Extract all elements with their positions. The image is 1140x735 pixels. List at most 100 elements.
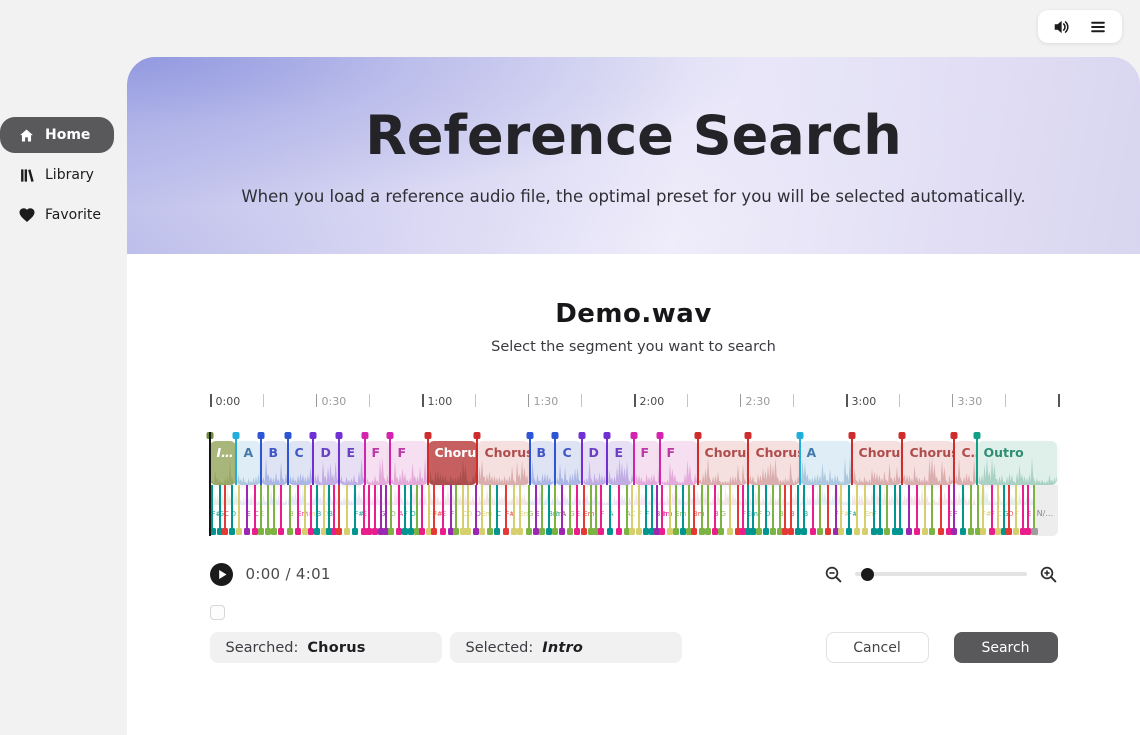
chord-label: F: [873, 510, 877, 518]
segment-pin[interactable]: [899, 432, 906, 439]
segment[interactable]: Chorus: [428, 441, 478, 485]
zoom-slider-thumb[interactable]: [861, 568, 874, 581]
chord-line: [1027, 485, 1029, 528]
chord-marker: [607, 528, 613, 535]
chord-marker: [431, 528, 437, 535]
chord-line: [924, 485, 926, 528]
chord-line: [231, 485, 233, 528]
segment-pin[interactable]: [526, 432, 533, 439]
segment-pin[interactable]: [474, 432, 481, 439]
sidebar-item-favorite[interactable]: Favorite: [0, 197, 127, 233]
segment-stem: [338, 435, 340, 485]
segment[interactable]: I…: [210, 441, 237, 485]
chord-label: C: [496, 510, 501, 518]
zoom-out-icon[interactable]: [824, 565, 843, 584]
segment[interactable]: Chorus: [748, 441, 799, 485]
sidebar: Home Library Favorite: [0, 0, 127, 735]
app-root: HomeLibraryFavorite Reference Search Whe…: [0, 0, 1140, 735]
segment-pin[interactable]: [656, 432, 663, 439]
segment[interactable]: A: [800, 441, 852, 485]
segment-pin[interactable]: [284, 432, 291, 439]
volume-icon[interactable]: [1052, 17, 1072, 37]
segment[interactable]: B: [530, 441, 556, 485]
zoom-slider[interactable]: [855, 572, 1027, 576]
segment-pin[interactable]: [694, 432, 701, 439]
segment[interactable]: D: [313, 441, 339, 485]
chord-line: [618, 485, 620, 528]
segment-pin[interactable]: [796, 432, 803, 439]
play-icon: [210, 563, 233, 586]
segment-pin[interactable]: [361, 432, 368, 439]
chord-line: [737, 485, 739, 528]
chord-marker: [1006, 528, 1012, 535]
chord-marker: [526, 528, 532, 535]
sidebar-item-home[interactable]: Home: [0, 117, 114, 153]
ruler-label: 3:00: [852, 395, 877, 408]
chord-line: [827, 485, 829, 528]
chord-line: [977, 485, 979, 528]
segment[interactable]: C: [555, 441, 581, 485]
segment-pin[interactable]: [336, 432, 343, 439]
chord-marker: [756, 528, 762, 535]
segment[interactable]: E: [339, 441, 364, 485]
ruler-tick: [475, 394, 477, 407]
segment[interactable]: D: [582, 441, 608, 485]
segment[interactable]: Chorus: [852, 441, 903, 485]
segment-pin[interactable]: [848, 432, 855, 439]
segment-stem: [633, 435, 635, 485]
segment-pin[interactable]: [951, 432, 958, 439]
segment[interactable]: B: [261, 441, 287, 485]
segment-pin[interactable]: [424, 432, 431, 439]
segment[interactable]: Chorus: [698, 441, 749, 485]
segment-pin[interactable]: [973, 432, 980, 439]
segment-stem: [364, 435, 366, 485]
chord-line: [908, 485, 910, 528]
chord-label: E: [442, 510, 446, 518]
search-button[interactable]: Search: [954, 632, 1058, 663]
chord-line: [1022, 485, 1024, 528]
ruler-tick: [369, 394, 371, 407]
segment[interactable]: F: [365, 441, 391, 485]
option-checkbox[interactable]: [210, 605, 225, 620]
chord-line: [310, 485, 312, 528]
cancel-button[interactable]: Cancel: [826, 632, 929, 663]
player-controls: 0:00 / 4:01: [210, 562, 1058, 586]
segment[interactable]: F: [660, 441, 698, 485]
segment-pin[interactable]: [258, 432, 265, 439]
chord-marker: [222, 528, 228, 535]
segment[interactable]: Chorus: [902, 441, 954, 485]
segment-label: Chorus: [852, 441, 903, 460]
segment-pin[interactable]: [233, 432, 240, 439]
segment[interactable]: Outro: [977, 441, 1058, 485]
ruler-tick: [687, 394, 689, 407]
segment-pin[interactable]: [604, 432, 611, 439]
chord-label: F: [953, 510, 957, 518]
chord-line: [211, 485, 213, 528]
playhead[interactable]: [209, 432, 211, 536]
segment-pin[interactable]: [552, 432, 559, 439]
segment-pin[interactable]: [387, 432, 394, 439]
segment[interactable]: E: [607, 441, 633, 485]
segment-pin[interactable]: [578, 432, 585, 439]
play-button[interactable]: [210, 563, 233, 586]
sidebar-item-library[interactable]: Library: [0, 157, 127, 193]
segment[interactable]: F: [390, 441, 427, 485]
file-name: Demo.wav: [127, 254, 1140, 329]
ruler-label: 2:00: [640, 395, 665, 408]
menu-icon[interactable]: [1088, 17, 1108, 37]
segment[interactable]: Chorus: [477, 441, 529, 485]
segment[interactable]: A: [236, 441, 261, 485]
segment[interactable]: C: [288, 441, 314, 485]
chord-label: E: [363, 510, 367, 518]
segment[interactable]: F: [634, 441, 660, 485]
segment-pin[interactable]: [310, 432, 317, 439]
segment-pin[interactable]: [630, 432, 637, 439]
zoom-in-icon[interactable]: [1039, 565, 1058, 584]
segment-pin[interactable]: [745, 432, 752, 439]
segment[interactable]: C…: [954, 441, 976, 485]
chord-line: [363, 485, 365, 528]
chord-line: [916, 485, 918, 528]
chord-line: [848, 485, 850, 528]
chord-line: [931, 485, 933, 528]
chord-marker: [271, 528, 277, 535]
